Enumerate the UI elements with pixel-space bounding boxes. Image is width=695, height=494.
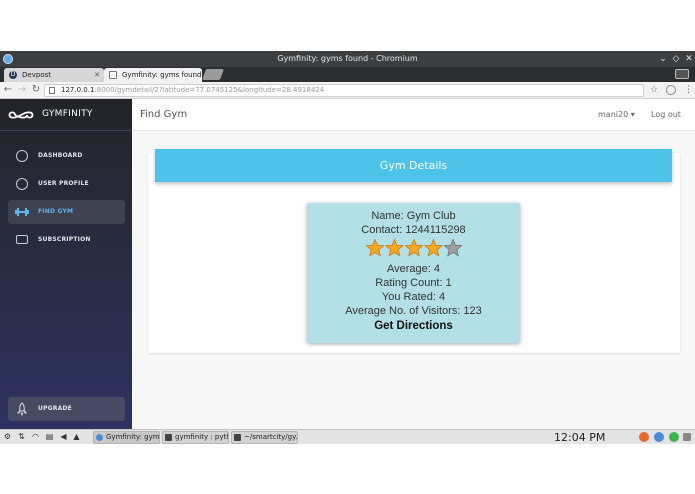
reload-icon[interactable]: ↻ [30,83,42,97]
firefox-icon[interactable] [639,432,649,442]
star-empty-icon[interactable] [443,239,463,257]
clock[interactable]: 12:04 PM [554,431,605,444]
sidebar-item-label: DASHBOARD [38,152,83,159]
minimize-icon[interactable]: ⌄ [657,51,669,67]
rating-stars[interactable] [365,239,465,257]
gym-info-box: Name: Gym Club Contact: 1244115298 Avera… [307,203,520,343]
volume-icon[interactable]: ◀ [59,432,68,442]
rating-average: Average: 4 [386,263,440,275]
average-visitors: Average No. of Visitors: 123 [345,305,482,317]
window-titlebar: Gymfinity: gyms found - Chromium ⌄ ◇ ✕ [0,51,695,67]
terminal-icon [234,434,241,441]
sidebar-item-find-gym[interactable]: FIND GYM [8,200,125,224]
extension-icon[interactable] [666,85,676,95]
sidebar-item-label: USER PROFILE [38,180,89,187]
upgrade-label: UPGRADE [38,405,72,412]
screen: Gymfinity: gyms found - Chromium ⌄ ◇ ✕ D… [0,0,695,494]
gym-name: Name: Gym Club [371,210,456,222]
address-bar[interactable]: 127.0.0.1:8000/gymdetail/2?latitude=77.0… [44,84,644,97]
close-icon[interactable]: ✕ [683,51,695,67]
chromium-task-icon [96,434,103,441]
infinity-logo-icon [8,111,34,119]
url-path: :8000/gymdetail/2?latitude=77.0745125&lo… [94,86,325,94]
upgrade-button[interactable]: UPGRADE [8,397,125,421]
task-label: Gymfinity: gym... [106,433,160,441]
chromium-launcher-icon[interactable] [654,432,664,442]
window-title: Gymfinity: gyms found - Chromium [277,54,418,63]
star-filled-icon[interactable] [404,239,424,257]
status-icon[interactable] [669,432,679,442]
card-header: Gym Details [155,149,672,182]
settings-icon[interactable]: ⚙ [3,432,12,442]
brand: GYMFINITY [0,99,132,131]
menu-icon[interactable]: ⋮ [684,83,693,97]
tab-devpost[interactable]: D Devpost ✕ [4,68,104,82]
logout-link[interactable]: Log out [651,110,681,119]
tab-gymfinity[interactable]: Gymfinity: gyms found [104,68,202,82]
app-area: GYMFINITY DASHBOARD USER PROFILE FIND GY… [0,99,695,429]
tab-label: Devpost [22,71,51,79]
new-tab-button[interactable] [201,69,225,80]
rocket-icon [17,402,27,416]
profile-icon[interactable] [675,69,689,79]
page-favicon-icon [109,71,117,79]
star-filled-icon[interactable] [384,239,405,257]
user-icon [16,178,28,190]
page-title: Find Gym [140,109,188,120]
terminal-icon [165,434,172,441]
task-terminal-python[interactable]: gymfinity : pyth... [162,431,229,444]
card-icon [16,235,28,244]
taskbar: ⚙ ⇅ ◠ ▤ ◀ ▲ Gymfinity: gym... gymfinity … [0,429,695,444]
star-filled-icon[interactable] [423,239,444,257]
tab-close-icon[interactable]: ✕ [94,68,100,82]
gym-contact: Contact: 1244115298 [361,224,466,236]
url-host: 127.0.0.1 [61,86,95,94]
top-navbar: Find Gym mani20 ▾ Log out [132,99,695,131]
desktop-icon[interactable] [683,433,691,441]
sidebar-item-label: SUBSCRIPTION [38,236,91,243]
tab-bar: D Devpost ✕ Gymfinity: gyms found [0,67,695,82]
user-menu[interactable]: mani20 ▾ [598,110,635,119]
forward-icon[interactable]: → [16,83,28,97]
user-rating: You Rated: 4 [381,291,446,303]
star-filled-icon[interactable] [365,239,385,257]
tab-label: Gymfinity: gyms found [122,71,202,79]
sidebar-item-dashboard[interactable]: DASHBOARD [8,144,125,168]
browser-toolbar: ← → ↻ 127.0.0.1:8000/gymdetail/2?latitud… [0,82,695,99]
get-directions-link[interactable]: Get Directions [307,320,520,332]
clipboard-icon[interactable]: ▤ [45,432,54,442]
dashboard-icon [16,150,28,162]
back-icon[interactable]: ← [2,83,14,97]
task-label: gymfinity : pyth... [175,433,228,441]
dumbbell-icon [15,208,29,216]
sidebar: GYMFINITY DASHBOARD USER PROFILE FIND GY… [0,99,132,429]
maximize-icon[interactable]: ◇ [670,51,682,67]
rating-count: Rating Count: 1 [375,277,452,289]
sidebar-item-label: FIND GYM [38,208,74,215]
sidebar-item-subscription[interactable]: SUBSCRIPTION [8,228,125,252]
task-label: ~/smartcity/gy... [244,433,298,441]
bookmark-star-icon[interactable]: ☆ [650,83,658,97]
wifi-icon[interactable]: ◠ [31,432,40,442]
tray-expand-icon[interactable]: ▲ [72,432,81,442]
page-info-icon[interactable] [49,87,55,94]
devpost-favicon-icon: D [9,71,17,79]
network-icon[interactable]: ⇅ [17,432,26,442]
task-terminal-smartcity[interactable]: ~/smartcity/gy... [231,431,298,444]
task-chromium[interactable]: Gymfinity: gym... [93,431,160,444]
sidebar-item-user-profile[interactable]: USER PROFILE [8,172,125,196]
brand-name: GYMFINITY [42,109,93,119]
